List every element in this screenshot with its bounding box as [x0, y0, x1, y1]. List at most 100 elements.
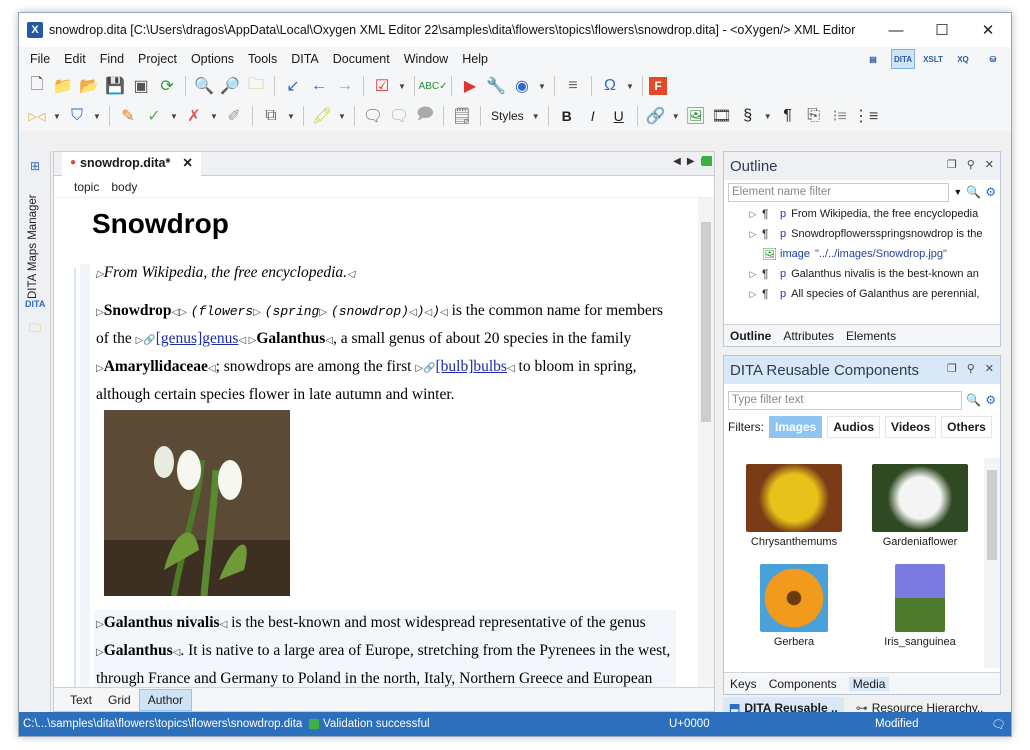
unordered-list-icon[interactable]: ⁝≡: [828, 104, 852, 128]
genus-link[interactable]: genus: [202, 330, 238, 347]
snowdrop-image[interactable]: [104, 410, 290, 596]
tab-keys[interactable]: Keys: [730, 677, 757, 691]
media-item[interactable]: Iris_sanguinea: [856, 560, 984, 658]
scrollbar-thumb[interactable]: [701, 222, 711, 422]
tab-next-icon[interactable]: ▶: [687, 156, 695, 167]
link-dropdown-icon[interactable]: ▼: [670, 104, 682, 128]
transform-dropdown-icon[interactable]: ▼: [536, 74, 548, 98]
scrollbar-thumb[interactable]: [987, 470, 997, 560]
outline-row[interactable]: ▷ ¶ p From Wikipedia, the free encyclopedia: [744, 204, 1000, 224]
mode-tab-author[interactable]: Author: [138, 688, 193, 711]
section-icon[interactable]: §: [736, 104, 760, 128]
breadcrumb-body[interactable]: body: [111, 180, 137, 194]
dita-maps-manager-tab[interactable]: DITA Maps Manager: [27, 194, 39, 299]
validate-icon[interactable]: ☑: [370, 74, 394, 98]
open-find-folder-icon[interactable]: 🗀: [244, 74, 268, 98]
open-folder-icon[interactable]: 📁: [51, 74, 75, 98]
menu-project[interactable]: Project: [131, 47, 184, 71]
expand-arrow-icon[interactable]: ▷: [744, 229, 762, 240]
forward-arrow-icon[interactable]: →: [333, 74, 357, 98]
float-icon[interactable]: ❐: [947, 362, 957, 375]
tab-prev-icon[interactable]: ◀: [673, 156, 681, 167]
tab-components[interactable]: Components: [769, 677, 837, 691]
new-file-icon[interactable]: 🗋: [25, 74, 49, 98]
mode-tab-text[interactable]: Text: [62, 690, 100, 710]
menu-options[interactable]: Options: [184, 47, 241, 71]
editor-tab-snowdrop[interactable]: ● snowdrop.dita* ✕: [62, 151, 201, 176]
tab-outline[interactable]: Outline: [730, 329, 771, 343]
database-perspective-icon[interactable]: ⛁: [981, 49, 1005, 69]
dita-maps-manager-icon[interactable]: ⊞: [25, 159, 45, 177]
bulb-link-ref[interactable]: [bulb]: [435, 358, 473, 375]
messages-icon[interactable]: 🗨: [991, 717, 1006, 731]
search-icon[interactable]: 🔍: [966, 185, 981, 199]
author-document[interactable]: Snowdrop ▷From Wikipedia, the free encyc…: [54, 198, 686, 687]
dita-map-view-icon[interactable]: DITA: [25, 299, 45, 317]
filter-dropdown-icon[interactable]: ▼: [91, 104, 103, 128]
pin-icon[interactable]: ⚲: [967, 158, 975, 171]
outline-row[interactable]: ▷ ¶ p Snowdropflowersspringsnowdrop is the: [744, 224, 1000, 244]
accept-dropdown-icon[interactable]: ▼: [168, 104, 180, 128]
close-panel-icon[interactable]: ✕: [985, 362, 994, 375]
open-url-icon[interactable]: 📂: [77, 74, 101, 98]
search-icon[interactable]: 🔍: [966, 393, 981, 407]
character-dropdown-icon[interactable]: ▼: [624, 74, 636, 98]
find-icon[interactable]: 🔍: [192, 74, 216, 98]
tags-dropdown-icon[interactable]: ▼: [51, 104, 63, 128]
debug-transformation-icon[interactable]: ◉: [510, 74, 534, 98]
paragraph-icon[interactable]: ¶: [776, 104, 800, 128]
underline-icon[interactable]: U: [607, 104, 631, 128]
styles-dropdown[interactable]: Styles: [487, 109, 528, 123]
menu-window[interactable]: Window: [397, 47, 455, 71]
reject-dropdown-icon[interactable]: ▼: [208, 104, 220, 128]
review-panel-icon[interactable]: 🗒: [450, 104, 474, 128]
filter-icon[interactable]: ⛉: [65, 104, 89, 128]
back-arrow-icon[interactable]: ←: [307, 74, 331, 98]
apply-transformation-icon[interactable]: ▶: [458, 74, 482, 98]
validate-dropdown-icon[interactable]: ▼: [396, 74, 408, 98]
menu-tools[interactable]: Tools: [241, 47, 284, 71]
format-indent-icon[interactable]: ≡: [561, 74, 585, 98]
tags-display-icon[interactable]: ▷◁: [25, 104, 49, 128]
accept-change-icon[interactable]: ✓: [142, 104, 166, 128]
genus-link-ref[interactable]: [genus]: [156, 330, 203, 347]
find-in-files-icon[interactable]: 🔎: [218, 74, 242, 98]
close-tab-icon[interactable]: ✕: [182, 155, 192, 170]
save-icon[interactable]: 💾: [103, 74, 127, 98]
go-to-last-modification-icon[interactable]: ↙: [281, 74, 305, 98]
breadcrumb-topic[interactable]: topic: [74, 180, 99, 194]
link-icon[interactable]: 🔗: [644, 104, 668, 128]
minimize-button[interactable]: —: [873, 13, 919, 47]
filter-dropdown-icon[interactable]: ▼: [953, 187, 962, 197]
track-changes-icon[interactable]: ✎: [116, 104, 140, 128]
menu-document[interactable]: Document: [326, 47, 397, 71]
reusable-filter-input[interactable]: Type filter text: [728, 390, 963, 410]
reject-change-icon[interactable]: ✗: [182, 104, 206, 128]
settings-gear-icon[interactable]: ⚙: [985, 393, 996, 407]
xslt-perspective-icon[interactable]: XSLT: [921, 49, 945, 69]
menu-dita[interactable]: DITA: [284, 47, 326, 71]
expand-arrow-icon[interactable]: ▷: [744, 209, 762, 220]
close-panel-icon[interactable]: ✕: [985, 158, 994, 171]
outline-row[interactable]: ▷ ¶ p Galanthus nivalis is the best-known a…: [744, 264, 1000, 284]
editor-scrollbar[interactable]: [698, 198, 714, 687]
tab-elements[interactable]: Elements: [846, 329, 896, 343]
dita-folder-icon[interactable]: 🗀: [25, 319, 45, 337]
add-comment-icon[interactable]: 🗨: [361, 104, 385, 128]
media-item[interactable]: Gerbera: [730, 560, 858, 658]
outline-filter-input[interactable]: Element name filter: [728, 182, 950, 202]
highlight-icon[interactable]: 🖍: [310, 104, 334, 128]
tab-attributes[interactable]: Attributes: [783, 329, 834, 343]
float-icon[interactable]: ❐: [947, 158, 957, 171]
ordered-list-icon[interactable]: ⋮≡: [853, 104, 878, 128]
highlight-dropdown-icon[interactable]: ▼: [336, 104, 348, 128]
save-all-icon[interactable]: ▣: [129, 74, 153, 98]
settings-gear-icon[interactable]: ⚙: [985, 185, 996, 199]
menu-help[interactable]: Help: [455, 47, 495, 71]
xquery-perspective-icon[interactable]: XQ: [951, 49, 975, 69]
mode-tab-grid[interactable]: Grid: [100, 690, 139, 710]
chip-audios[interactable]: Audios: [827, 416, 881, 438]
dita-perspective-icon[interactable]: DITA: [891, 49, 915, 69]
menu-file[interactable]: File: [23, 47, 57, 71]
edit-comment-icon[interactable]: 🗨: [387, 104, 411, 128]
